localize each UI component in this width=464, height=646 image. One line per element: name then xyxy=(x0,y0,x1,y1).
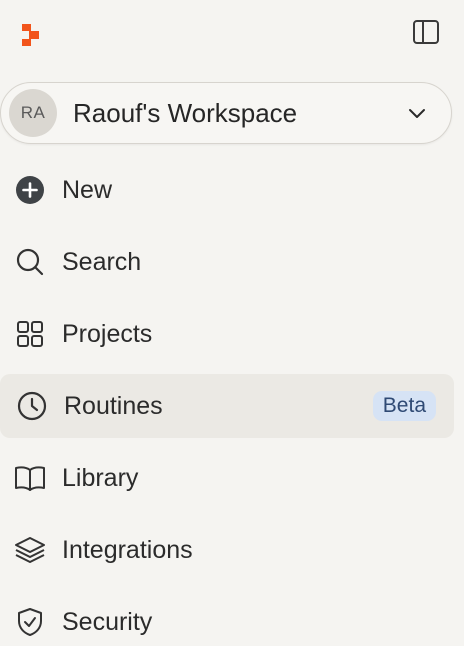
sidebar-item-label: New xyxy=(62,175,113,204)
brand-logo-icon[interactable] xyxy=(20,22,42,48)
layers-icon xyxy=(14,534,46,566)
sidebar-item-search[interactable]: Search xyxy=(0,230,454,294)
sidebar-item-label: Integrations xyxy=(62,535,193,564)
avatar: RA xyxy=(9,89,57,137)
sidebar-item-label: Routines xyxy=(64,391,163,420)
search-icon xyxy=(14,246,46,278)
sidebar-item-library[interactable]: Library xyxy=(0,446,454,510)
sidebar-header xyxy=(0,0,464,70)
sidebar-item-security[interactable]: Security xyxy=(0,590,454,646)
sidebar: RA Raouf's Workspace New Search Projects… xyxy=(0,0,464,646)
shield-icon xyxy=(14,606,46,638)
sidebar-panel-icon xyxy=(412,18,440,51)
sidebar-item-label: Security xyxy=(62,607,153,636)
sidebar-item-label: Projects xyxy=(62,319,153,348)
chevron-down-icon xyxy=(405,101,429,125)
beta-badge: Beta xyxy=(372,391,436,421)
workspace-name: Raouf's Workspace xyxy=(73,97,298,128)
sidebar-item-label: Library xyxy=(62,463,139,492)
sidebar-item-label: Search xyxy=(62,247,142,276)
avatar-initials: RA xyxy=(20,103,46,122)
clock-icon xyxy=(16,390,48,422)
sidebar-item-new[interactable]: New xyxy=(0,158,454,222)
sidebar-toggle-button[interactable] xyxy=(410,18,442,50)
sidebar-item-integrations[interactable]: Integrations xyxy=(0,518,454,582)
grid-icon xyxy=(14,318,46,350)
sidebar-item-routines[interactable]: Routines Beta xyxy=(0,374,454,438)
sidebar-item-projects[interactable]: Projects xyxy=(0,302,454,366)
book-icon xyxy=(14,462,46,494)
sidebar-nav: New Search Projects Routines Beta Librar… xyxy=(0,158,464,646)
workspace-switcher[interactable]: RA Raouf's Workspace xyxy=(0,82,452,144)
plus-circle-icon xyxy=(14,174,46,206)
